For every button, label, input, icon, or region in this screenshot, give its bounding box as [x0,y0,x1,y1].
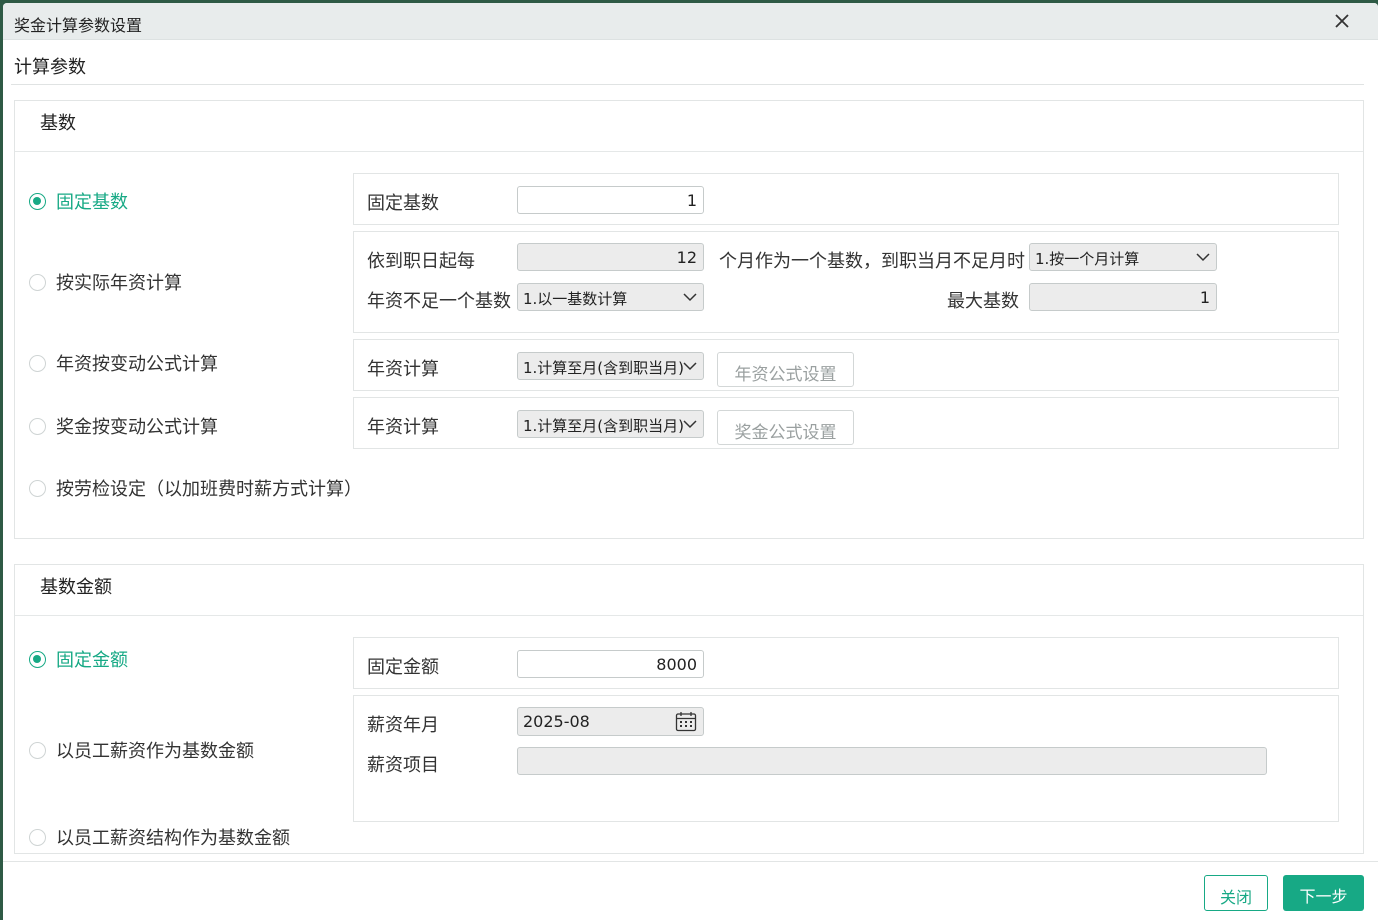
chevron-down-icon [683,420,697,429]
seniority-formula-button[interactable]: 年资公式设置 [717,352,854,387]
every-months-label: 依到职日起每 [367,251,475,272]
amount-section-title: 基数金额 [40,577,112,598]
radio-salary-amount[interactable]: 以员工薪资作为基数金额 [29,737,254,763]
bonus-formula-box: 年资计算 1.计算至月(含到职当月) 奖金公式设置 [353,397,1339,449]
seniority-calc-select[interactable]: 1.计算至月(含到职当月) [517,352,704,380]
salary-month-label: 薪资年月 [367,715,439,736]
seniority-formula-box: 年资计算 1.计算至月(含到职当月) 年资公式设置 [353,339,1339,391]
radio-label: 年资按变动公式计算 [56,354,218,375]
radio-label: 固定基数 [56,192,128,213]
radio-label: 以员工薪资作为基数金额 [56,741,254,762]
tab-calc-params[interactable]: 计算参数 [14,53,86,79]
chevron-down-icon [683,293,697,302]
months-suffix-label: 个月作为一个基数，到职当月不足月时 [719,251,1025,272]
radio-label: 以员工薪资结构作为基数金额 [56,828,290,849]
radio-dot[interactable] [29,650,46,668]
base-section-title: 基数 [40,113,76,134]
fixed-amount-box: 固定金额 8000 [353,637,1339,689]
insufficient-select[interactable]: 1.以一基数计算 [517,283,704,311]
chevron-down-icon [683,362,697,371]
dialog-title: 奖金计算参数设置 [14,16,143,35]
fixed-base-label: 固定基数 [367,193,439,214]
salary-box: 薪资年月 2025-08 薪资项目 [353,695,1339,822]
salary-item-input[interactable] [517,747,1267,775]
fixed-base-box: 固定基数 1 [353,173,1339,225]
radio-fixed-base[interactable]: 固定基数 [29,188,128,214]
select-value: 1.按一个月计算 [1035,250,1140,268]
radio-label: 按实际年资计算 [56,273,182,294]
radio-dot[interactable] [29,354,46,372]
salary-month-input[interactable]: 2025-08 [517,707,704,736]
seniority-calc-label: 年资计算 [367,359,439,380]
base-section: 基数 固定基数 按实际年资计算 年资按变动公式计算 奖金按变动公式计算 按劳检设… [14,100,1364,539]
fixed-amount-input[interactable]: 8000 [517,650,704,678]
bonus-formula-button[interactable]: 奖金公式设置 [717,410,854,445]
next-button[interactable]: 下一步 [1283,875,1364,911]
partial-month-select[interactable]: 1.按一个月计算 [1029,243,1217,271]
insufficient-label: 年资不足一个基数 [367,291,511,312]
radio-dot[interactable] [29,479,46,497]
radio-dot[interactable] [29,273,46,291]
section-divider [15,151,1363,152]
radio-salary-structure-amount[interactable]: 以员工薪资结构作为基数金额 [29,824,290,850]
bonus-params-dialog: 奖金计算参数设置 计算参数 基数 固定基数 按实际年资计算 年资按变动公式计算 … [3,3,1378,920]
months-input[interactable]: 12 [517,243,704,271]
footer-divider [3,861,1378,862]
select-value: 1.计算至月(含到职当月) [523,417,685,435]
radio-actual-seniority[interactable]: 按实际年资计算 [29,269,182,295]
radio-label: 固定金额 [56,650,128,671]
select-value: 1.以一基数计算 [523,290,628,308]
radio-dot[interactable] [29,192,46,210]
fixed-amount-label: 固定金额 [367,657,439,678]
bonus-calc-label: 年资计算 [367,417,439,438]
dialog-titlebar: 奖金计算参数设置 [3,3,1378,40]
section-divider [15,615,1363,616]
radio-label: 奖金按变动公式计算 [56,417,218,438]
chevron-down-icon [1196,253,1210,262]
date-value: 2025-08 [523,712,590,731]
radio-seniority-formula[interactable]: 年资按变动公式计算 [29,350,218,376]
select-value: 1.计算至月(含到职当月) [523,359,685,377]
max-base-label: 最大基数 [947,291,1019,312]
tab-divider [11,84,1364,85]
calendar-icon[interactable] [675,711,697,732]
bonus-calc-select[interactable]: 1.计算至月(含到职当月) [517,410,704,438]
radio-bonus-formula[interactable]: 奖金按变动公式计算 [29,413,218,439]
seniority-box: 依到职日起每 12 个月作为一个基数，到职当月不足月时 1.按一个月计算 年资不… [353,231,1339,333]
radio-label: 按劳检设定（以加班费时薪方式计算） [56,479,362,500]
fixed-base-input[interactable]: 1 [517,186,704,214]
radio-fixed-amount[interactable]: 固定金额 [29,646,128,672]
salary-item-label: 薪资项目 [367,755,439,776]
amount-section: 基数金额 固定金额 以员工薪资作为基数金额 以员工薪资结构作为基数金额 固定金额… [14,564,1364,854]
radio-dot[interactable] [29,828,46,846]
radio-labor-check[interactable]: 按劳检设定（以加班费时薪方式计算） [29,475,362,501]
max-base-input[interactable]: 1 [1029,283,1217,311]
radio-dot[interactable] [29,741,46,759]
radio-dot[interactable] [29,417,46,435]
close-button[interactable]: 关闭 [1204,875,1268,911]
close-icon[interactable] [1330,9,1354,33]
